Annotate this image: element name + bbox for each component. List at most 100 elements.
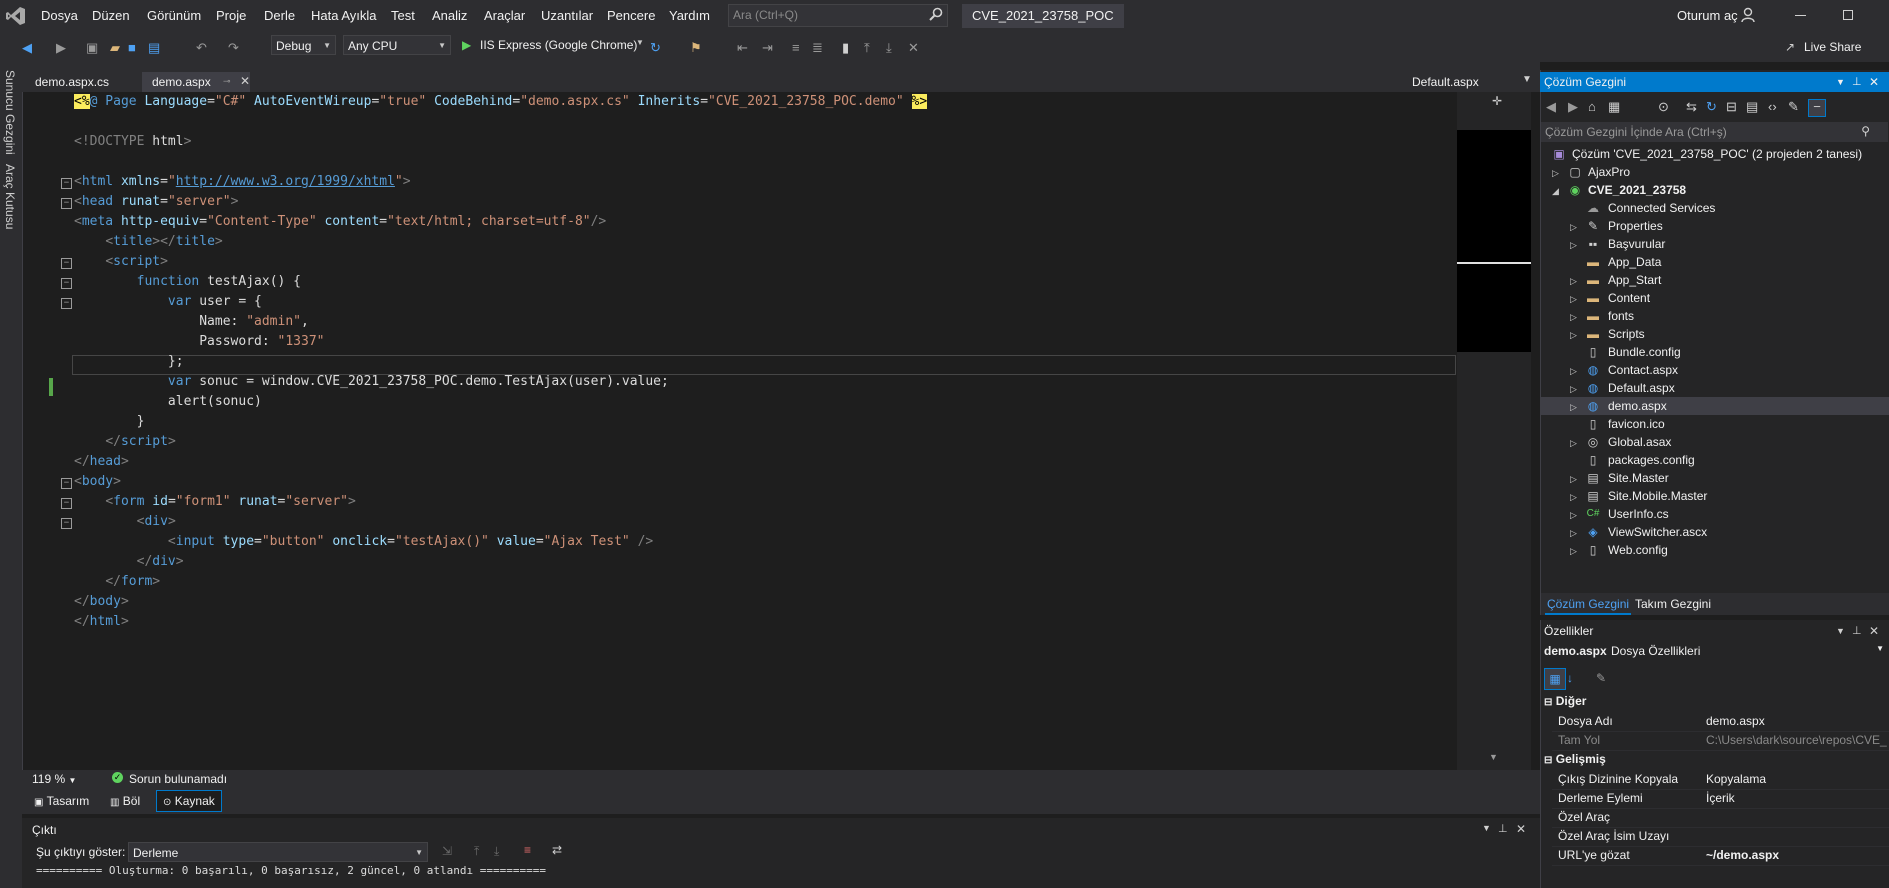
- prop-row[interactable]: Dosya Adı demo.aspx: [1552, 712, 1889, 732]
- word-wrap-icon[interactable]: ⇄: [552, 843, 562, 857]
- tree-item-contact-aspx[interactable]: ▷ ◍ Contact.aspx: [1552, 361, 1889, 379]
- menu-derle[interactable]: Derle: [264, 8, 295, 23]
- expand-icon[interactable]: ▷: [1570, 308, 1577, 326]
- tree-item-app-data[interactable]: ▬ App_Data: [1552, 253, 1889, 271]
- zoom-select[interactable]: 119 % ▼: [32, 772, 76, 786]
- menu-uzantilar[interactable]: Uzantılar: [541, 8, 593, 23]
- prop-row[interactable]: Özel Araç İsim Uzayı: [1552, 827, 1889, 847]
- prop-row[interactable]: Çıkış Dizinine Kopyala Kopyalama: [1552, 770, 1889, 790]
- menu-pencere[interactable]: Pencere: [607, 8, 655, 23]
- tree-item-content[interactable]: ▷ ▬ Content: [1552, 289, 1889, 307]
- sync-icon[interactable]: ⇆: [1686, 99, 1697, 115]
- output-prev-icon[interactable]: ⤒: [474, 844, 479, 859]
- view-code-icon[interactable]: ‹›: [1768, 99, 1777, 114]
- tree-item-site-master[interactable]: ▷ ▤ Site.Master: [1552, 469, 1889, 487]
- output-next-icon[interactable]: ⤓: [494, 844, 499, 859]
- tree-item-scripts[interactable]: ▷ ▬ Scripts: [1552, 325, 1889, 343]
- tab-default-aspx[interactable]: Default.aspx: [1402, 72, 1489, 92]
- expand-icon[interactable]: ▷: [1570, 380, 1577, 398]
- tab-overflow-icon[interactable]: ▼: [1522, 74, 1532, 85]
- expand-icon[interactable]: ▷: [1570, 218, 1577, 236]
- home-icon[interactable]: ⌂: [1588, 99, 1596, 114]
- tree-item-fonts[interactable]: ▷ ▬ fonts: [1552, 307, 1889, 325]
- show-all-files-icon[interactable]: ▤: [1746, 99, 1758, 115]
- tree-item-viewswitcher[interactable]: ▷ ◈ ViewSwitcher.ascx: [1552, 523, 1889, 541]
- tab-solution-explorer[interactable]: Çözüm Gezgini: [1545, 595, 1632, 615]
- expand-icon[interactable]: ▷: [1570, 434, 1577, 452]
- new-project-icon[interactable]: ▣: [86, 40, 98, 56]
- toolbar-outdent-icon[interactable]: ⇥: [762, 40, 773, 56]
- tab-team-explorer[interactable]: Takım Gezgini: [1635, 595, 1711, 613]
- server-explorer-tab[interactable]: Sunucu Gezgini: [3, 70, 17, 155]
- expand-icon[interactable]: ▷: [1570, 290, 1577, 308]
- collapse-all-icon[interactable]: ⊟: [1726, 99, 1737, 115]
- split-view-button[interactable]: ▥ Böl: [104, 791, 146, 811]
- minimize-window-button[interactable]: [1795, 15, 1806, 16]
- pending-changes-icon[interactable]: ⊙: [1658, 99, 1669, 115]
- tree-item-bundle-config[interactable]: ▯ Bundle.config: [1552, 343, 1889, 361]
- tree-item-app-start[interactable]: ▷ ▬ App_Start: [1552, 271, 1889, 289]
- fold-toggle-icon[interactable]: −: [61, 518, 72, 529]
- switch-views-icon[interactable]: ▦: [1608, 99, 1620, 115]
- prop-row[interactable]: URL'ye gözat ~/demo.aspx: [1552, 846, 1889, 866]
- expand-icon[interactable]: ▷: [1570, 236, 1577, 254]
- browser-link-icon[interactable]: ⚑: [690, 40, 702, 56]
- design-view-button[interactable]: ▣ Tasarım: [28, 791, 95, 811]
- back-icon[interactable]: ◀: [22, 40, 32, 56]
- props-close-icon[interactable]: ✕: [1869, 624, 1879, 638]
- menu-gorunum[interactable]: Görünüm: [147, 8, 201, 23]
- fold-toggle-icon[interactable]: −: [61, 258, 72, 269]
- output-pin-icon[interactable]: ⊥: [1498, 822, 1508, 835]
- editor-minimap-scrollbar[interactable]: ✛ ▼: [1457, 92, 1531, 770]
- collapse-icon[interactable]: ◢: [1552, 182, 1559, 200]
- tree-item-default-aspx[interactable]: ▷ ◍ Default.aspx: [1552, 379, 1889, 397]
- menu-dosya[interactable]: Dosya: [41, 8, 78, 23]
- property-pages-icon[interactable]: ✎: [1596, 671, 1606, 685]
- output-source-select[interactable]: Derleme ▼: [128, 842, 428, 862]
- refresh-browser-icon[interactable]: ↻: [650, 40, 661, 56]
- redo-icon[interactable]: ↷: [228, 40, 239, 56]
- props-pin-icon[interactable]: ⊥: [1852, 624, 1862, 637]
- sol-back-icon[interactable]: ◀: [1546, 99, 1556, 115]
- previous-bookmark-icon[interactable]: ⤒: [864, 40, 870, 56]
- account-icon[interactable]: [1741, 7, 1757, 26]
- fold-toggle-icon[interactable]: −: [61, 498, 72, 509]
- run-target-button[interactable]: IIS Express (Google Chrome): [480, 38, 637, 52]
- sol-window-menu-icon[interactable]: ▼: [1836, 72, 1845, 92]
- toolbar-indent-icon[interactable]: ⇤: [737, 40, 748, 56]
- clear-bookmarks-icon[interactable]: ✕: [908, 40, 919, 56]
- tree-item-web-config[interactable]: ▷ ▯ Web.config: [1552, 541, 1889, 559]
- prop-row[interactable]: Derleme Eylemi İçerik: [1552, 789, 1889, 809]
- sol-refresh-icon[interactable]: ↻: [1706, 99, 1717, 115]
- expand-icon[interactable]: ▷: [1552, 164, 1559, 182]
- menu-proje[interactable]: Proje: [216, 8, 246, 23]
- open-file-icon[interactable]: ▰: [110, 40, 120, 56]
- solution-configuration-select[interactable]: Debug ▼: [271, 35, 336, 55]
- expand-icon[interactable]: ▷: [1570, 326, 1577, 344]
- props-menu-icon[interactable]: ▼: [1836, 626, 1845, 636]
- alphabetical-view-icon[interactable]: ↓: [1567, 671, 1573, 685]
- menu-duzen[interactable]: Düzen: [92, 8, 130, 23]
- sol-pin-icon[interactable]: ⊥: [1852, 72, 1862, 92]
- fold-toggle-icon[interactable]: −: [61, 278, 72, 289]
- preview-selected-icon[interactable]: −: [1808, 99, 1826, 117]
- fold-toggle-icon[interactable]: −: [61, 298, 72, 309]
- tree-item-global-asax[interactable]: ▷ ◎ Global.asax: [1552, 433, 1889, 451]
- menu-yardim[interactable]: Yardım: [669, 8, 710, 23]
- sol-close-icon[interactable]: ✕: [1869, 72, 1879, 92]
- output-find-icon[interactable]: ⇲: [442, 844, 452, 858]
- tree-item-packages-config[interactable]: ▯ packages.config: [1552, 451, 1889, 469]
- expand-icon[interactable]: ▷: [1570, 272, 1577, 290]
- scroll-down-icon[interactable]: ▼: [1489, 752, 1498, 762]
- tab-demo-aspx[interactable]: demo.aspx: [142, 72, 250, 92]
- solution-explorer-search[interactable]: Çözüm Gezgini İçinde Ara (Ctrl+ş) ⚲: [1541, 122, 1888, 142]
- comment-icon[interactable]: ≡: [792, 40, 800, 55]
- live-share-button[interactable]: Live Share: [1804, 40, 1861, 54]
- forward-icon[interactable]: ▶: [56, 40, 66, 56]
- uncomment-icon[interactable]: ≣: [812, 40, 823, 56]
- tree-item-references[interactable]: ▷ ▪▪ Başvurular: [1552, 235, 1889, 253]
- source-view-button[interactable]: ⊙ Kaynak: [156, 790, 222, 812]
- prop-row[interactable]: Özel Araç: [1552, 808, 1889, 828]
- restore-window-button[interactable]: [1843, 10, 1853, 20]
- sign-in-link[interactable]: Oturum aç: [1677, 8, 1738, 23]
